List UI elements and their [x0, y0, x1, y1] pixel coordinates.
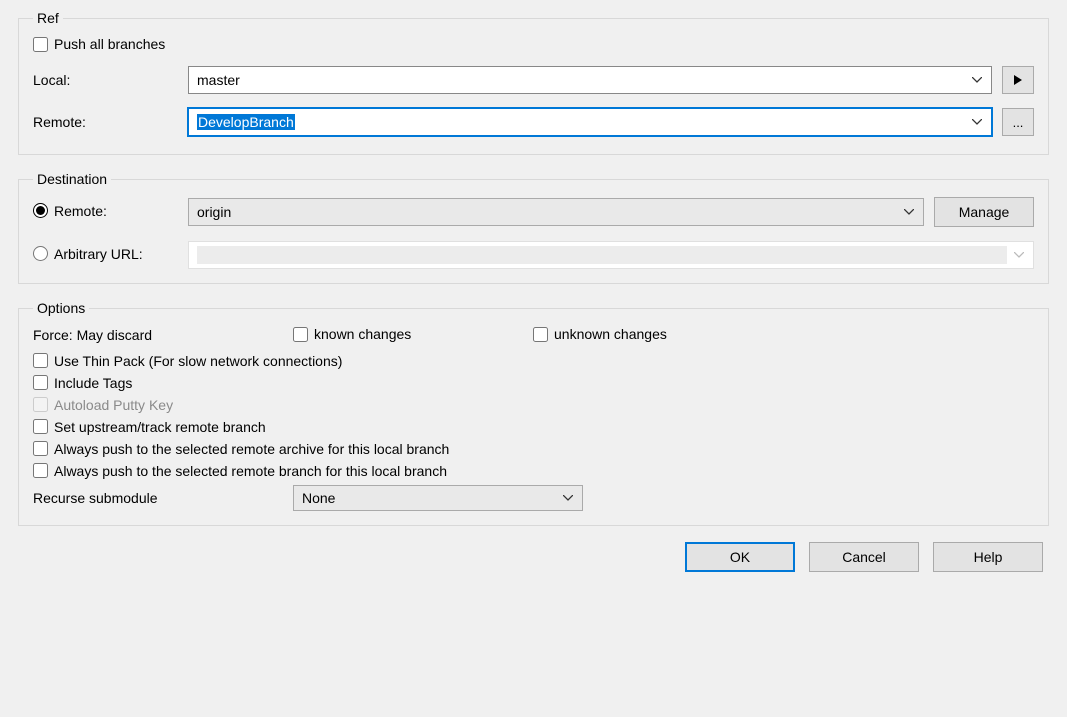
chevron-down-icon [901, 209, 917, 215]
chevron-down-icon [969, 119, 985, 125]
destination-arbitrary-radio[interactable]: Arbitrary URL: [33, 246, 143, 262]
unknown-changes-input[interactable] [533, 327, 548, 342]
destination-group: Destination Remote: origin Manage Ar [18, 171, 1049, 284]
autoload-putty-input [33, 397, 48, 412]
local-label: Local: [33, 72, 188, 88]
always-push-branch-input[interactable] [33, 463, 48, 478]
thin-pack-input[interactable] [33, 353, 48, 368]
include-tags-input[interactable] [33, 375, 48, 390]
play-icon [1014, 75, 1022, 85]
always-push-branch-label: Always push to the selected remote branc… [54, 463, 447, 479]
destination-arbitrary-radio-input[interactable] [33, 246, 48, 261]
recurse-submodule-label: Recurse submodule [33, 490, 293, 506]
autoload-putty-checkbox: Autoload Putty Key [33, 397, 173, 413]
manage-remotes-button[interactable]: Manage [934, 197, 1034, 227]
destination-legend: Destination [33, 171, 111, 187]
arbitrary-url-value [197, 246, 1007, 264]
ok-button-label: OK [730, 549, 750, 565]
ok-button[interactable]: OK [685, 542, 795, 572]
help-button-label: Help [974, 549, 1003, 565]
force-label: Force: May discard [33, 327, 293, 343]
options-group: Options Force: May discard known changes… [18, 300, 1049, 526]
unknown-changes-checkbox[interactable]: unknown changes [533, 326, 667, 342]
ref-group: Ref Push all branches Local: master Remo… [18, 10, 1049, 155]
chevron-down-icon [1011, 252, 1027, 258]
unknown-changes-label: unknown changes [554, 326, 667, 342]
always-push-archive-input[interactable] [33, 441, 48, 456]
push-all-branches-label: Push all branches [54, 36, 165, 52]
dialog-button-bar: OK Cancel Help [18, 542, 1049, 572]
cancel-button[interactable]: Cancel [809, 542, 919, 572]
always-push-branch-checkbox[interactable]: Always push to the selected remote branc… [33, 463, 447, 479]
arbitrary-url-combo[interactable] [188, 241, 1034, 269]
local-play-button[interactable] [1002, 66, 1034, 94]
local-branch-combo[interactable]: master [188, 66, 992, 94]
local-branch-value: master [197, 72, 969, 88]
cancel-button-label: Cancel [842, 549, 886, 565]
known-changes-input[interactable] [293, 327, 308, 342]
manage-remotes-label: Manage [959, 204, 1010, 220]
always-push-archive-checkbox[interactable]: Always push to the selected remote archi… [33, 441, 449, 457]
set-upstream-checkbox[interactable]: Set upstream/track remote branch [33, 419, 266, 435]
remote-browse-label: ... [1013, 115, 1024, 130]
include-tags-checkbox[interactable]: Include Tags [33, 375, 132, 391]
destination-remote-radio-label: Remote: [54, 203, 107, 219]
destination-remote-radio[interactable]: Remote: [33, 203, 107, 219]
recurse-submodule-combo[interactable]: None [293, 485, 583, 511]
autoload-putty-label: Autoload Putty Key [54, 397, 173, 413]
thin-pack-checkbox[interactable]: Use Thin Pack (For slow network connecti… [33, 353, 342, 369]
destination-remote-value: origin [197, 204, 901, 220]
ref-legend: Ref [33, 10, 63, 26]
remote-branch-value: DevelopBranch [197, 114, 969, 130]
destination-arbitrary-radio-label: Arbitrary URL: [54, 246, 143, 262]
help-button[interactable]: Help [933, 542, 1043, 572]
destination-remote-radio-input[interactable] [33, 203, 48, 218]
remote-label: Remote: [33, 114, 188, 130]
chevron-down-icon [969, 77, 985, 83]
options-legend: Options [33, 300, 89, 316]
push-all-branches-checkbox[interactable]: Push all branches [33, 36, 165, 52]
recurse-submodule-value: None [302, 490, 560, 506]
include-tags-label: Include Tags [54, 375, 132, 391]
push-all-branches-input[interactable] [33, 37, 48, 52]
set-upstream-input[interactable] [33, 419, 48, 434]
remote-browse-button[interactable]: ... [1002, 108, 1034, 136]
set-upstream-label: Set upstream/track remote branch [54, 419, 266, 435]
known-changes-label: known changes [314, 326, 411, 342]
destination-remote-combo[interactable]: origin [188, 198, 924, 226]
chevron-down-icon [560, 495, 576, 501]
known-changes-checkbox[interactable]: known changes [293, 326, 411, 342]
remote-branch-combo[interactable]: DevelopBranch [188, 108, 992, 136]
always-push-archive-label: Always push to the selected remote archi… [54, 441, 449, 457]
thin-pack-label: Use Thin Pack (For slow network connecti… [54, 353, 342, 369]
